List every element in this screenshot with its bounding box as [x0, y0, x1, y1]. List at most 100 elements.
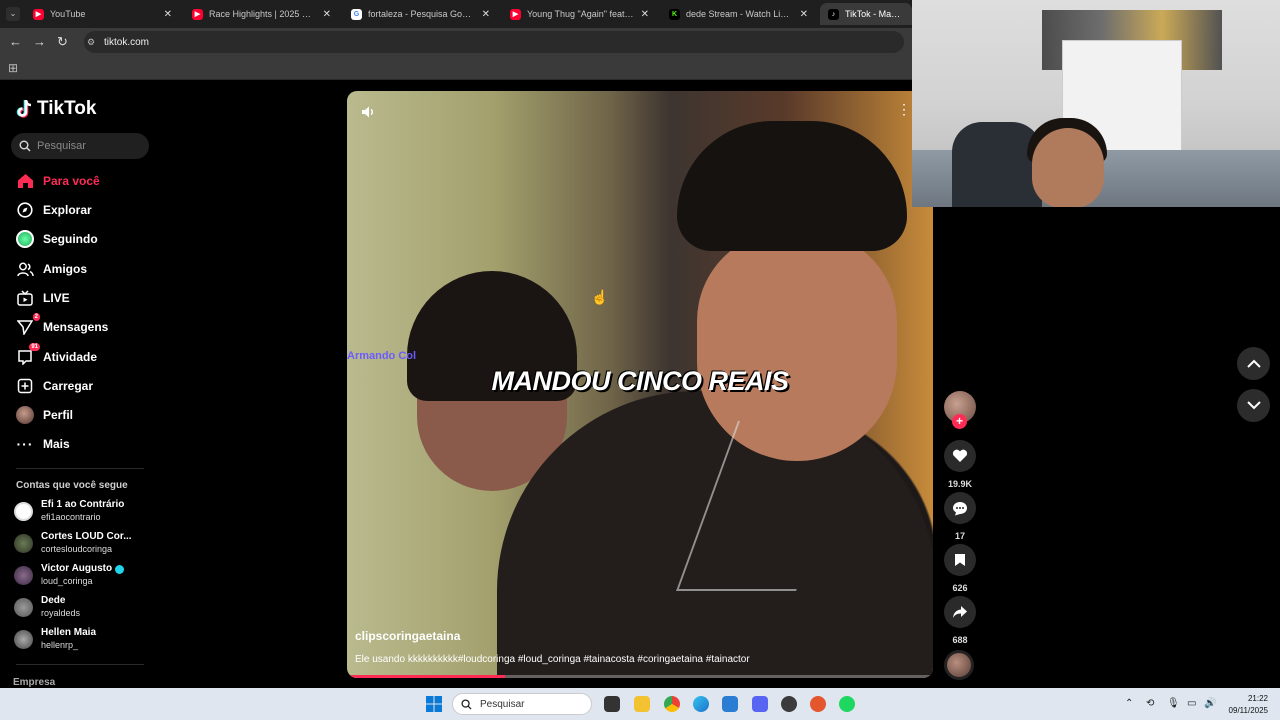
video-frame [677, 121, 907, 251]
reload-icon[interactable]: ↻ [57, 34, 68, 50]
following-account[interactable]: Efi 1 ao Contrário efi1aocontrario [14, 498, 124, 524]
nav-carregar[interactable]: Carregar [16, 376, 93, 396]
nav-para-voce[interactable]: Para você [16, 171, 100, 191]
forward-arrow-icon[interactable]: → [33, 34, 46, 49]
like-button[interactable]: 19.9K [944, 440, 976, 489]
following-account[interactable]: Hellen Maia hellenrp_ [14, 626, 96, 652]
video-overlay-text: Armando Col [347, 350, 417, 362]
tab-kick-stream[interactable]: K dede Stream - Watch Live on Kick ✕ [661, 3, 816, 25]
save-count: 626 [952, 583, 968, 593]
chevron-up-icon[interactable]: ⌃ [1125, 698, 1133, 709]
windows-taskbar: Pesquisar ⌃ ⟲ 🎙 ▭ 🔊 21:22 09/11/2025 [0, 688, 1280, 720]
video-author[interactable]: clipscoringaetaina [355, 629, 460, 643]
more-options-icon[interactable]: ⋮ [897, 101, 911, 118]
share-count: 688 [952, 635, 968, 645]
video-progress-bar[interactable] [347, 675, 933, 678]
nav-amigos[interactable]: Amigos [16, 259, 87, 279]
comment-count: 17 [954, 531, 965, 541]
task-view-icon[interactable] [604, 696, 620, 712]
tab-google-search[interactable]: G fortaleza - Pesquisa Google ✕ [343, 3, 498, 25]
close-icon[interactable]: ✕ [323, 9, 331, 20]
video-player[interactable]: Armando Col MANDOU CINCO REAIS ⋮ clipsco… [347, 91, 933, 678]
network-icon[interactable]: ▭ [1187, 698, 1196, 709]
nav-mensagens[interactable]: 2 Mensagens [16, 313, 108, 337]
discord-icon[interactable] [752, 696, 768, 712]
following-account[interactable]: Cortes LOUD Cor... cortesloudcoringa [14, 530, 132, 556]
heart-icon [944, 440, 976, 472]
video-caption: MANDOU CINCO REAIS [491, 366, 789, 396]
share-arrow-icon [944, 596, 976, 628]
nav-seguindo[interactable]: Seguindo [16, 229, 98, 249]
hand-cursor-icon: ☝ [591, 289, 609, 305]
footer-link-empresa[interactable]: Empresa [13, 677, 55, 688]
edge-icon[interactable] [693, 696, 709, 712]
share-button[interactable]: 688 [944, 596, 976, 645]
youtube-icon: ▶ [510, 8, 521, 20]
chevron-up-icon [1246, 359, 1261, 368]
more-dots-icon: ··· [16, 436, 34, 452]
search-input[interactable]: Pesquisar [11, 133, 149, 159]
back-arrow-icon[interactable]: ← [9, 34, 22, 49]
previous-video-button[interactable] [1237, 347, 1270, 380]
url-field[interactable]: tiktok.com [84, 31, 904, 53]
site-info-icon[interactable]: ⚙ [87, 37, 95, 48]
tab-tiktok[interactable]: ♪ TikTok - Make Your Day [820, 3, 912, 25]
search-icon [19, 140, 31, 152]
friends-icon [16, 260, 34, 278]
send-icon: 2 [16, 313, 40, 336]
volume-icon[interactable] [361, 105, 375, 124]
tab-young-thug[interactable]: ▶ Young Thug "Again" feat Gucci ✕ [502, 3, 657, 25]
apps-grid-icon[interactable]: ⊞ [8, 61, 18, 75]
verified-badge-icon [115, 564, 125, 574]
youtube-icon: ▶ [33, 8, 44, 20]
kick-icon: K [669, 8, 680, 20]
close-icon[interactable]: ✕ [641, 9, 649, 20]
music-disc[interactable] [944, 650, 974, 680]
tab-race-highlights[interactable]: ▶ Race Highlights | 2025 Sao Paulo ✕ [184, 3, 339, 25]
nav-atividade[interactable]: 91 Atividade [16, 343, 97, 367]
nav-live[interactable]: LIVE [16, 288, 70, 308]
video-progress-fill [347, 675, 506, 678]
nav-mais[interactable]: ··· Mais [16, 434, 70, 454]
comment-button[interactable]: 17 [944, 492, 976, 541]
file-explorer-icon[interactable] [634, 696, 650, 712]
chrome-icon[interactable] [664, 696, 680, 712]
tab-youtube[interactable]: ▶ YouTube ✕ [25, 3, 180, 25]
tab-search-icon[interactable]: ⌄ [6, 7, 20, 21]
tiktok-logo[interactable]: TikTok [16, 98, 96, 120]
divider [16, 664, 144, 665]
close-icon[interactable]: ✕ [482, 9, 490, 20]
follow-plus-icon[interactable]: + [952, 414, 967, 429]
notification-badge: 2 [32, 313, 40, 321]
obs-icon[interactable] [781, 696, 797, 712]
search-icon [461, 698, 472, 710]
taskbar-search-input[interactable]: Pesquisar [452, 693, 592, 715]
nav-perfil[interactable]: Perfil [16, 405, 73, 425]
microphone-icon[interactable]: 🎙 [1167, 698, 1180, 709]
browser-tab-bar: ⌄ ▶ YouTube ✕ ▶ Race Highlights | 2025 S… [0, 0, 912, 28]
nav-explorar[interactable]: Explorar [16, 200, 92, 220]
save-button[interactable]: 626 [944, 544, 976, 593]
tiktok-logo-icon [16, 99, 32, 118]
comment-icon [944, 492, 976, 524]
home-icon [16, 172, 34, 190]
close-icon[interactable]: ✕ [164, 9, 172, 20]
spotify-icon[interactable] [839, 696, 855, 712]
outlook-icon[interactable] [722, 696, 738, 712]
bookmark-icon [944, 544, 976, 576]
following-account[interactable]: Victor Augusto loud_coringa [14, 562, 125, 588]
windows-start-icon[interactable] [426, 696, 442, 712]
next-video-button[interactable] [1237, 389, 1270, 422]
google-icon: G [351, 8, 362, 20]
volume-icon[interactable]: 🔊 [1204, 698, 1216, 709]
system-clock[interactable]: 21:22 09/11/2025 [1229, 693, 1268, 717]
avatar [14, 501, 33, 521]
youtube-icon: ▶ [192, 8, 203, 20]
following-account[interactable]: Dede royaldeds [14, 594, 80, 620]
avatar [14, 597, 33, 617]
sync-icon[interactable]: ⟲ [1146, 698, 1154, 709]
tiktok-sidebar: TikTok Pesquisar Para você Explorar Segu… [0, 81, 160, 688]
notification-badge: 91 [29, 343, 40, 351]
close-icon[interactable]: ✕ [800, 9, 808, 20]
app-icon[interactable] [810, 696, 826, 712]
